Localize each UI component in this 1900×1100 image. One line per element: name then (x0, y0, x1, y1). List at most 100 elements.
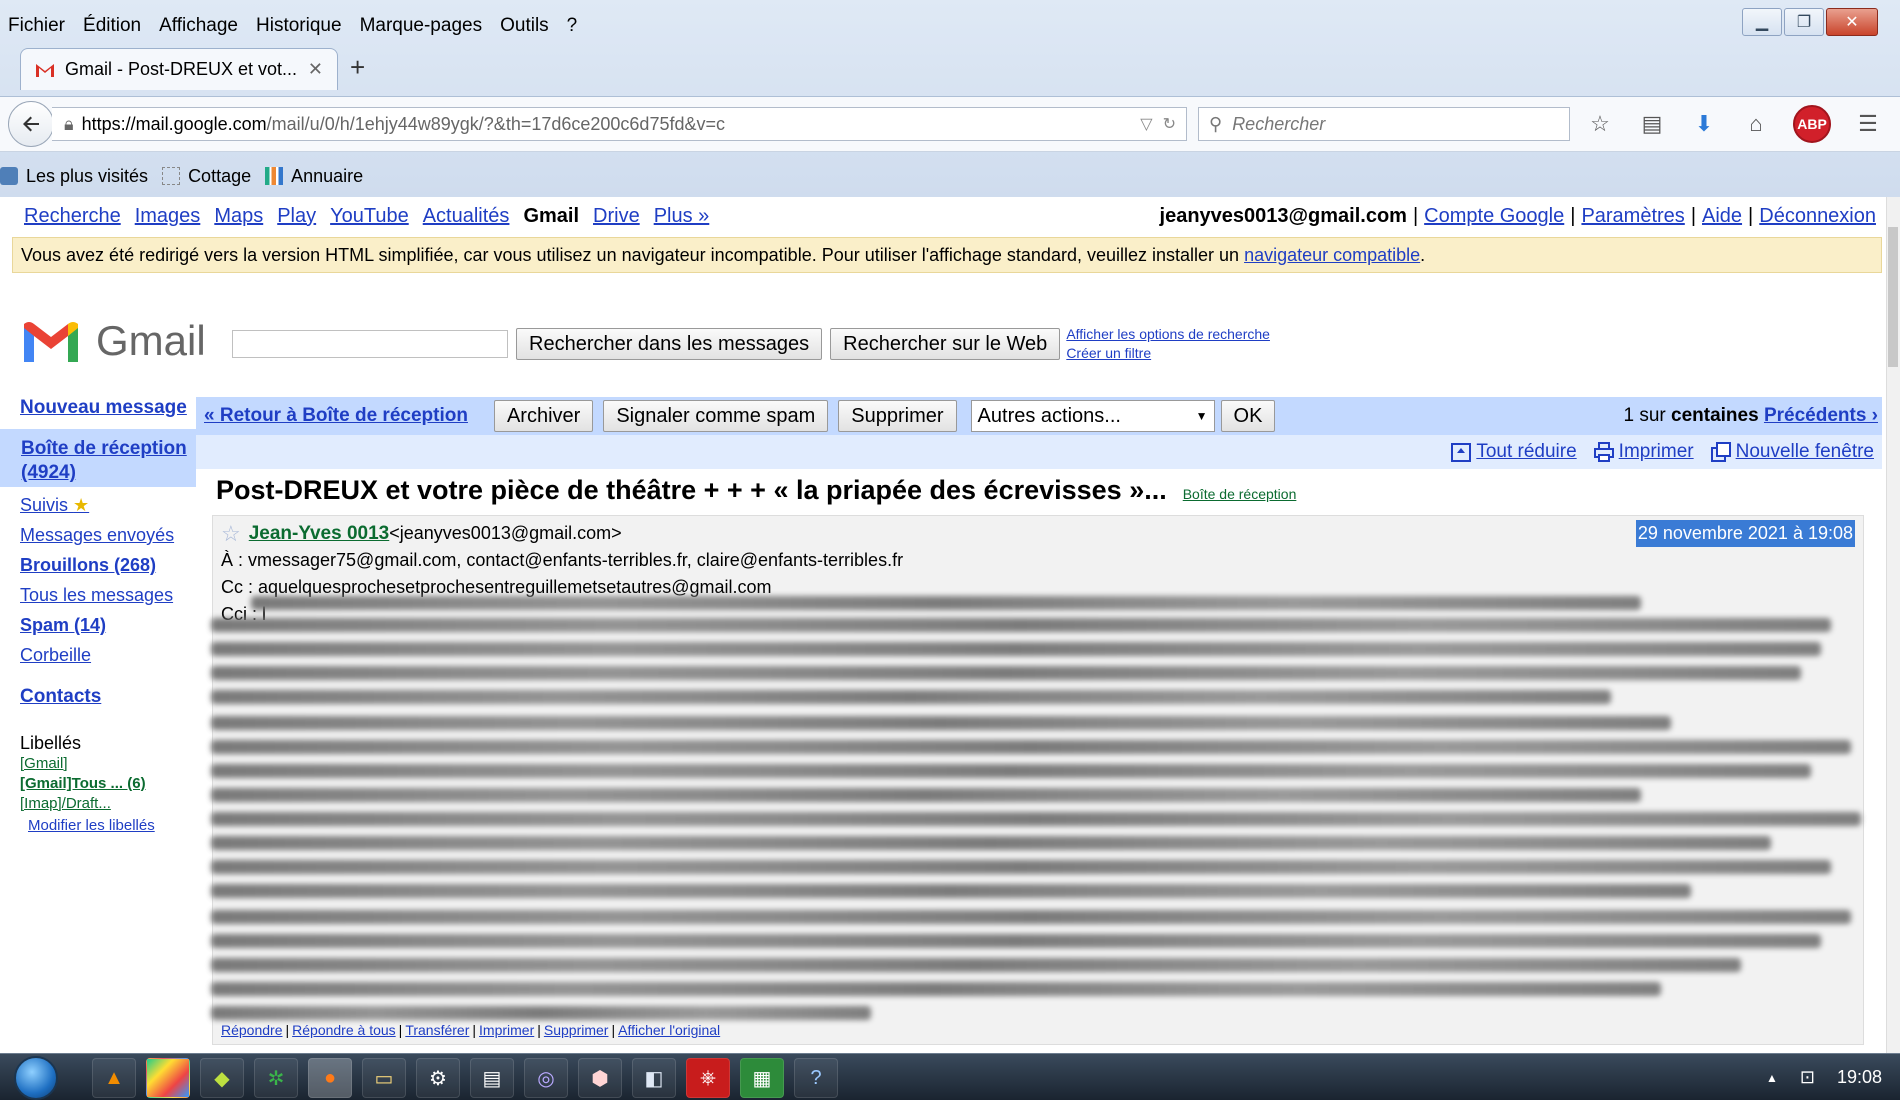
help-icon[interactable]: ? (794, 1058, 838, 1098)
sidebar-item-drafts[interactable]: Brouillons (268) (20, 553, 192, 577)
spreadsheet-icon[interactable]: ▦ (740, 1058, 784, 1098)
report-spam-button[interactable]: Signaler comme spam (603, 400, 829, 432)
menu-affichage[interactable]: Affichage (150, 15, 247, 37)
search-messages-button[interactable]: Rechercher dans les messages (516, 328, 823, 360)
delete-link[interactable]: Supprimer (544, 1022, 609, 1038)
tray-expand-icon[interactable]: ▲ (1766, 1071, 1778, 1085)
previous-link[interactable]: Précédents › (1764, 405, 1878, 426)
gmail-logo[interactable]: Gmail (20, 317, 206, 365)
mail-search-input[interactable] (232, 330, 508, 358)
archive-button[interactable]: Archiver (493, 400, 594, 432)
sidebar-item-spam[interactable]: Spam (14) (20, 613, 192, 637)
forward-link[interactable]: Transférer (405, 1022, 469, 1038)
app-tree-icon[interactable]: ✲ (254, 1058, 298, 1098)
print-link[interactable]: Imprimer (479, 1022, 534, 1038)
sidebar-item-trash[interactable]: Corbeille (20, 643, 192, 667)
menu-hamburger-icon[interactable]: ☰ (1853, 109, 1883, 139)
browser-chrome: Fichier Édition Affichage Historique Mar… (0, 0, 1900, 197)
modify-labels-link[interactable]: Modifier les libellés (28, 817, 155, 834)
gbar-link-drive[interactable]: Drive (593, 205, 640, 228)
minimize-icon[interactable]: ▁ (1742, 8, 1782, 36)
link-aide[interactable]: Aide (1702, 205, 1742, 228)
gbar-link-images[interactable]: Images (135, 205, 201, 228)
reading-list-icon[interactable]: ▤ (1637, 109, 1667, 139)
document-icon[interactable]: ▤ (470, 1058, 514, 1098)
delete-button[interactable]: Supprimer (838, 400, 957, 432)
bookmark-most-visited[interactable]: Les plus visités (0, 166, 148, 187)
app-shield-icon[interactable]: ⬢ (578, 1058, 622, 1098)
label-imap-draft[interactable]: [Imap]/Draft... (20, 794, 192, 814)
menu-aide[interactable]: ? (558, 15, 587, 37)
vlc-icon[interactable]: ▲ (92, 1058, 136, 1098)
sender-name[interactable]: Jean-Yves 0013 (249, 520, 390, 547)
gbar-link-recherche[interactable]: Recherche (24, 205, 121, 228)
new-tab-icon[interactable]: + (350, 52, 365, 83)
label-gmail[interactable]: [Gmail] (20, 754, 192, 774)
bookmark-cottage[interactable]: Cottage (162, 166, 251, 187)
gbar-link-maps[interactable]: Maps (214, 205, 263, 228)
web-search-bar[interactable]: ⚲ Rechercher (1198, 107, 1570, 141)
app-paper-icon[interactable]: ◧ (632, 1058, 676, 1098)
search-options-link[interactable]: Afficher les options de recherche (1066, 325, 1270, 344)
app-circle-icon[interactable]: ◎ (524, 1058, 568, 1098)
gbar-link-play[interactable]: Play (277, 205, 316, 228)
more-actions-select[interactable]: Autres actions... ▼ (970, 400, 1215, 432)
sidebar-item-sent[interactable]: Messages envoyés (20, 523, 192, 547)
label-gmail-tous[interactable]: [Gmail]Tous ... (6) (20, 774, 192, 794)
bookmark-annuaire[interactable]: Annuaire (265, 166, 363, 187)
new-window-icon (1710, 442, 1731, 462)
sidebar-item-starred[interactable]: Suivis ★ (20, 493, 192, 517)
menu-fichier[interactable]: Fichier (0, 15, 74, 37)
app-green-icon[interactable]: ◆ (200, 1058, 244, 1098)
restore-icon[interactable]: ❐ (1784, 8, 1824, 36)
menu-outils[interactable]: Outils (491, 15, 558, 37)
back-button[interactable] (8, 101, 54, 147)
link-deconnexion[interactable]: Déconnexion (1759, 205, 1876, 228)
gbar-link-youtube[interactable]: YouTube (330, 205, 409, 228)
page-scrollbar[interactable] (1886, 197, 1900, 1053)
close-window-icon[interactable]: ✕ (1826, 8, 1878, 36)
download-icon[interactable]: ⬇ (1689, 109, 1719, 139)
start-button[interactable] (14, 1056, 58, 1100)
star-icon[interactable]: ☆ (221, 520, 241, 547)
create-filter-link[interactable]: Créer un filtre (1066, 344, 1270, 363)
inbox-label-chip[interactable]: Boîte de réception (1183, 486, 1297, 502)
back-to-inbox-link[interactable]: « Retour à Boîte de réception (204, 405, 468, 427)
bookmark-star-icon[interactable]: ☆ (1585, 109, 1615, 139)
tab-gmail[interactable]: Gmail - Post-DREUX et vot... ✕ (20, 48, 338, 90)
home-icon[interactable]: ⌂ (1741, 109, 1771, 139)
url-bar[interactable]: 🔒︎ https://mail.google.com/mail/u/0/h/1e… (52, 107, 1187, 141)
file-explorer-icon[interactable]: ▭ (362, 1058, 406, 1098)
action-center-icon[interactable]: ⊡ (1800, 1067, 1815, 1088)
scroll-thumb[interactable] (1888, 227, 1898, 367)
menu-historique[interactable]: Historique (247, 15, 351, 37)
tab-close-icon[interactable]: ✕ (308, 59, 323, 80)
new-window-tool[interactable]: Nouvelle fenêtre (1710, 441, 1874, 463)
firefox-icon[interactable]: ● (308, 1058, 352, 1098)
menu-edition[interactable]: Édition (74, 15, 150, 37)
gbar-link-plus[interactable]: Plus » (654, 205, 710, 228)
dropdown-arrow-icon[interactable]: ▽ (1140, 114, 1152, 134)
clock[interactable]: 19:08 (1837, 1067, 1882, 1088)
sidebar-item-all-mail[interactable]: Tous les messages (20, 583, 192, 607)
ok-button[interactable]: OK (1220, 400, 1276, 432)
banner-link[interactable]: navigateur compatible (1244, 245, 1420, 266)
adblock-plus-icon[interactable]: ABP (1793, 105, 1831, 143)
reload-icon[interactable]: ↻ (1163, 114, 1176, 134)
sidebar-item-inbox[interactable]: Boîte de réception (4924) (0, 429, 196, 487)
show-original-link[interactable]: Afficher l'original (618, 1022, 720, 1038)
sidebar-item-contacts[interactable]: Contacts (20, 685, 192, 709)
print-tool[interactable]: Imprimer (1593, 441, 1694, 463)
pdf-reader-icon[interactable]: ⎈ (686, 1058, 730, 1098)
menu-marque-pages[interactable]: Marque-pages (351, 15, 492, 37)
image-viewer-icon[interactable] (146, 1058, 190, 1098)
compose-link[interactable]: Nouveau message (20, 397, 192, 419)
link-parametres[interactable]: Paramètres (1581, 205, 1684, 228)
reply-all-link[interactable]: Répondre à tous (292, 1022, 396, 1038)
gbar-link-actualites[interactable]: Actualités (423, 205, 510, 228)
collapse-all-tool[interactable]: Tout réduire (1450, 441, 1577, 463)
search-web-button[interactable]: Rechercher sur le Web (830, 328, 1061, 360)
reply-link[interactable]: Répondre (221, 1022, 283, 1038)
app-game-icon[interactable]: ⚙ (416, 1058, 460, 1098)
link-compte-google[interactable]: Compte Google (1424, 205, 1564, 228)
